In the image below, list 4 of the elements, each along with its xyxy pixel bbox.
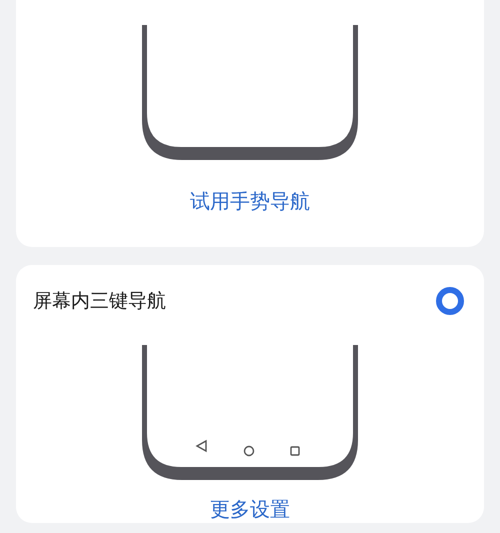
radio-button[interactable] bbox=[436, 287, 464, 315]
option-link[interactable]: 更多设置 bbox=[210, 496, 290, 523]
option-title: 屏幕内三键导航 bbox=[33, 289, 166, 314]
option-link[interactable]: 试用手势导航 bbox=[190, 188, 310, 215]
